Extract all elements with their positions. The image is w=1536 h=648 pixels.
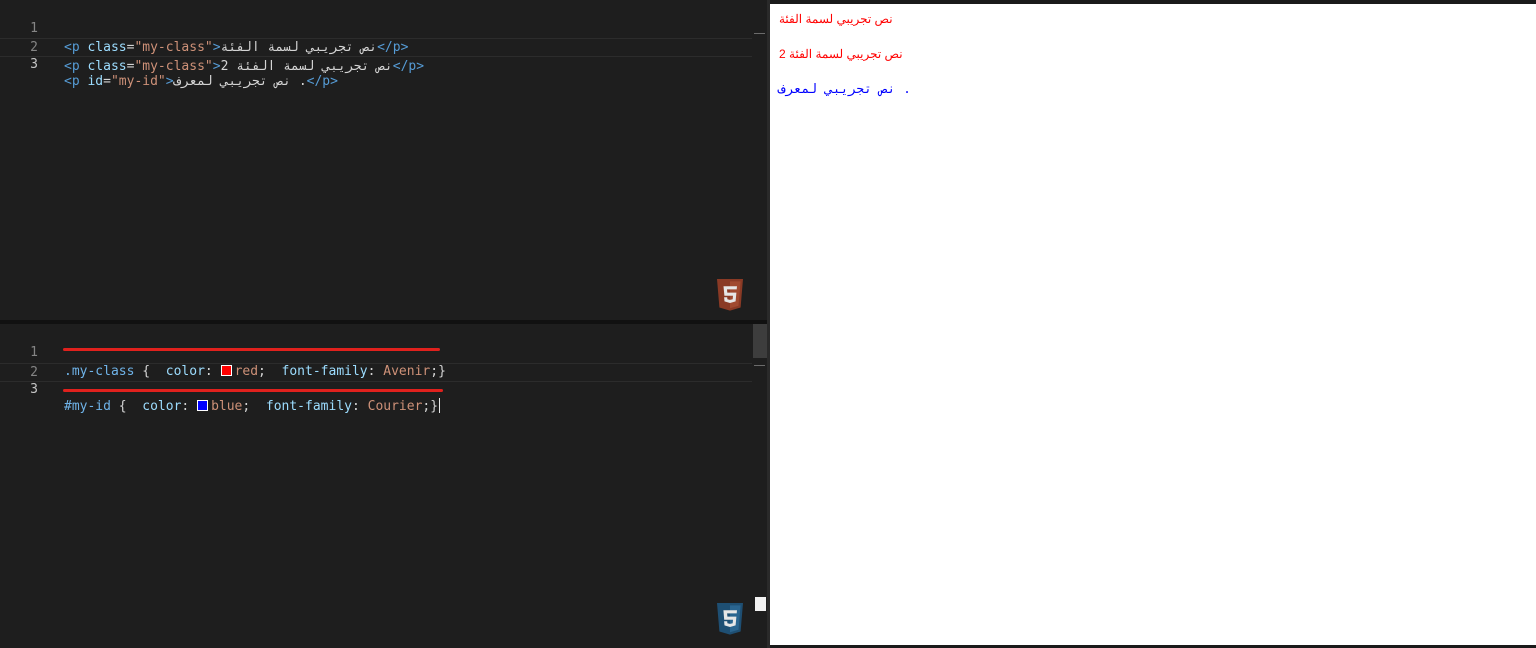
- red-underline-annotation: [63, 389, 443, 392]
- html-editor-scrollbar[interactable]: [752, 0, 767, 320]
- text-cursor: [439, 398, 441, 413]
- paragraph-content: نص تجريبي لسمة الفئة 2: [220, 59, 393, 74]
- css-rule-text[interactable]: #my-id { color: blue; font-family: Couri…: [64, 398, 441, 415]
- separator: ;: [242, 399, 266, 414]
- colon: :: [351, 399, 368, 414]
- tag-close: </p>: [392, 59, 425, 74]
- html-editor-pane[interactable]: 1 <p class="my-class">نص تجريبي لسمة الف…: [0, 0, 767, 320]
- attr-name: class: [79, 59, 127, 74]
- css-value: blue: [211, 399, 243, 414]
- paragraph-content: . نص تجريبي لمعرف: [173, 74, 307, 89]
- css-selector: #my-id: [64, 399, 111, 414]
- tag-open-close: >: [212, 59, 221, 74]
- css-code-line[interactable]: 2: [0, 344, 752, 380]
- preview-paragraph-my-class: نص تجريبي لسمة الفئة 2: [779, 47, 903, 61]
- css-code-line[interactable]: 1 .my-class { color: red; font-family: A…: [0, 324, 752, 379]
- css3-icon: [717, 603, 743, 635]
- scroll-end-marker: [755, 597, 766, 611]
- css-value: Courier: [367, 399, 423, 414]
- tag-open-close: >: [165, 74, 174, 89]
- preview-pane: نص تجريبي لسمة الفئة نص تجريبي لسمة الفئ…: [770, 4, 1536, 645]
- tag-close: </p>: [306, 74, 338, 89]
- html-code-line[interactable]: 2 <p class="my-class">نص تجريبي لسمة الف…: [0, 19, 752, 74]
- css-property: color: [142, 399, 182, 414]
- html-code-line[interactable]: 1 <p class="my-class">نص تجريبي لسمة الف…: [0, 0, 752, 55]
- css-editor-pane[interactable]: 1 .my-class { color: red; font-family: A…: [0, 324, 767, 648]
- html-code-text[interactable]: <p id="my-id">. نص تجريبي لمعرف</p>: [64, 73, 338, 90]
- attr-equals: =: [103, 74, 111, 89]
- brace-close: ;}: [422, 399, 439, 414]
- attr-value: "my-class": [134, 59, 213, 74]
- scroll-thumb[interactable]: [753, 324, 767, 358]
- line-number: 3: [30, 382, 38, 397]
- tag-open: <p: [64, 74, 80, 89]
- line-number: 3: [30, 57, 38, 72]
- scroll-position-marker: [754, 365, 765, 366]
- html5-icon: [717, 279, 743, 311]
- preview-paragraph-my-id: . نص تجريبي لمعرف: [778, 82, 911, 97]
- tag-open: <p: [64, 59, 80, 74]
- attr-name: id: [79, 74, 104, 89]
- attr-value: "my-id": [110, 74, 166, 89]
- colon: :: [181, 399, 198, 414]
- scroll-position-marker: [754, 33, 765, 34]
- preview-paragraph-my-class: نص تجريبي لسمة الفئة: [779, 12, 893, 26]
- brace-open: {: [110, 399, 143, 414]
- html-code-line-active[interactable]: 3 <p id="my-id">. نص تجريبي لمعرف</p>: [0, 38, 752, 89]
- css-code-line-active[interactable]: 3 #my-id { color: blue; font-family: Cou…: [0, 363, 752, 414]
- css-property: font-family: [265, 399, 352, 414]
- blue-color-swatch[interactable]: [197, 400, 209, 411]
